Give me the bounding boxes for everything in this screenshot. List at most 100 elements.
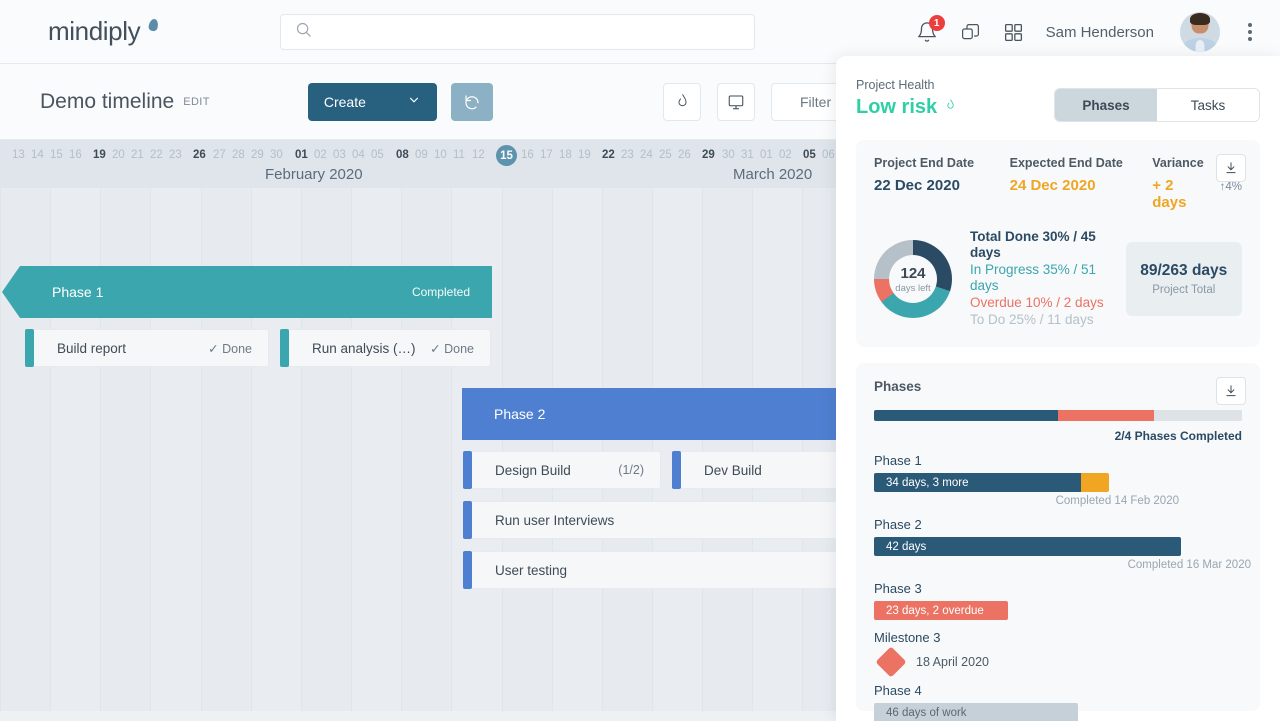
ruler-day[interactable]: 13 [12,149,25,161]
ruler-day[interactable]: 19 [578,149,591,161]
ruler-day[interactable]: 26 [678,149,691,161]
task-status: ✓ Done [430,341,474,356]
create-button[interactable]: Create [307,82,437,121]
ruler-day[interactable]: 22 [150,149,163,161]
ruler-day[interactable]: 05 [803,149,816,161]
avatar[interactable] [1180,12,1220,52]
ruler-day[interactable]: 01 [760,149,773,161]
ruler-day[interactable]: 16 [69,149,82,161]
project-end-date-label: Project End Date [874,156,975,170]
ruler-day[interactable]: 21 [131,149,144,161]
timeline-phase-bar[interactable]: Phase 1 Completed [2,266,492,318]
task-label: Design Build [495,462,571,478]
ruler-day[interactable]: 09 [415,149,428,161]
copy-windows-button[interactable] [960,22,981,43]
phase-row-name: Milestone 3 [874,630,941,645]
expected-end-date-value: 24 Dec 2020 [1009,177,1096,194]
ruler-day[interactable]: 22 [602,149,615,161]
phase-duration-bar: 42 days [874,537,1181,556]
brand-name: mindiply [48,16,141,46]
variance-value: + 2 days [1152,177,1187,211]
phase-row-name: Phase 2 [874,517,922,532]
ruler-day[interactable]: 30 [270,149,283,161]
task-color-handle[interactable] [25,329,34,367]
more-options-button[interactable] [1242,19,1258,45]
ruler-day[interactable]: 11 [453,149,465,161]
progress-stats-row: 124 days left Total Done 30% / 45 days In… [874,229,1242,329]
ruler-day[interactable]: 26 [193,149,206,161]
tab-phases[interactable]: Phases [1055,89,1157,121]
phase-bar-label: Phase 1 [52,284,104,300]
ruler-day[interactable]: 16 [521,149,534,161]
task-color-handle[interactable] [672,451,681,489]
phase-duration-fill: 34 days, 3 more [874,473,1081,492]
presentation-mode-button[interactable] [717,82,755,121]
key-dates-row: Project End Date 22 Dec 2020 Expected En… [874,156,1242,211]
phases-overall-progress-bar [874,410,1242,421]
tab-tasks[interactable]: Tasks [1157,89,1259,121]
timeline-task-card[interactable]: Run analysis (…) ✓ Done [280,329,491,367]
ruler-day[interactable]: 08 [396,149,409,161]
apps-grid-button[interactable] [1003,22,1024,43]
ruler-day[interactable]: 04 [352,149,365,161]
undo-button[interactable] [450,82,493,121]
app-root: mindiply 1 Sam Henderson Demo timeline E… [0,0,1280,721]
ruler-day[interactable]: 29 [702,149,715,161]
ruler-day[interactable]: 10 [434,149,447,161]
ruler-month-label: March 2020 [733,166,813,183]
ruler-day[interactable]: 06 [822,149,835,161]
view-mode-tabs[interactable]: Phases Tasks [1054,88,1260,122]
legend-item: To Do 25% / 11 days [970,312,1094,327]
search-input[interactable] [280,14,755,50]
ruler-day[interactable]: 15 [50,149,63,161]
ruler-day[interactable]: 23 [621,149,634,161]
task-color-handle[interactable] [463,551,472,589]
task-color-handle[interactable] [463,451,472,489]
timeline-task-card[interactable]: Build report ✓ Done [25,329,269,367]
task-color-handle[interactable] [463,501,472,539]
ruler-day[interactable]: 03 [333,149,346,161]
days-left-number: 124 [900,264,926,282]
ruler-day[interactable]: 01 [295,149,308,161]
ruler-day[interactable]: 30 [722,149,735,161]
ruler-day[interactable]: 19 [93,149,106,161]
timeline-task-card[interactable]: Design Build (1/2) [463,451,661,489]
milestone-diamond-icon [875,646,907,678]
phase-row[interactable]: Phase 446 days of workTo complete in 24 … [874,683,1242,721]
notifications-button[interactable]: 1 [916,15,945,43]
download-summary-button[interactable] [1216,154,1246,182]
ruler-day-today[interactable]: 15 [496,145,517,166]
ruler-day[interactable]: 02 [314,149,327,161]
ruler-day[interactable]: 12 [472,149,485,161]
ruler-day[interactable]: 29 [251,149,264,161]
task-label: Build report [57,340,127,356]
ruler-day[interactable]: 28 [232,149,245,161]
ruler-day[interactable]: 24 [640,149,653,161]
ruler-day[interactable]: 20 [112,149,125,161]
ruler-day[interactable]: 23 [169,149,182,161]
project-summary-card: Project End Date 22 Dec 2020 Expected En… [856,140,1260,347]
project-end-date: Project End Date 22 Dec 2020 [874,156,1010,211]
ruler-day[interactable]: 02 [779,149,792,161]
ruler-day[interactable]: 14 [31,149,44,161]
ruler-day[interactable]: 31 [741,149,754,161]
ruler-day[interactable]: 25 [659,149,672,161]
ruler-day[interactable]: 18 [559,149,572,161]
phase-row-name: Phase 4 [874,683,922,698]
overall-progress-segment [1153,410,1242,421]
expected-end-date: Expected End Date 24 Dec 2020 [1010,156,1153,211]
brand-dot-icon [148,17,160,32]
phase-row[interactable]: Phase 1 34 days, 3 more Completed 14 Feb 2… [874,453,1242,507]
phase-row[interactable]: Phase 3 23 days, 2 overdue [874,581,1242,620]
ruler-day[interactable]: 05 [371,149,384,161]
heat-flame-button[interactable] [663,82,701,121]
task-color-handle[interactable] [280,329,289,367]
ruler-day[interactable]: 17 [540,149,553,161]
edit-title-button[interactable]: EDIT [183,96,210,108]
phase-rows: Phase 1 34 days, 3 more Completed 14 Feb 2… [874,453,1251,721]
milestone-row[interactable]: Milestone 3 18 April 2020 [874,630,1242,678]
download-phases-button[interactable] [1216,377,1246,405]
brand-logo[interactable]: mindiply [0,16,160,47]
phase-row[interactable]: Phase 2 42 days Completed 16 Mar 2020 [874,517,1251,571]
ruler-day[interactable]: 27 [213,149,226,161]
